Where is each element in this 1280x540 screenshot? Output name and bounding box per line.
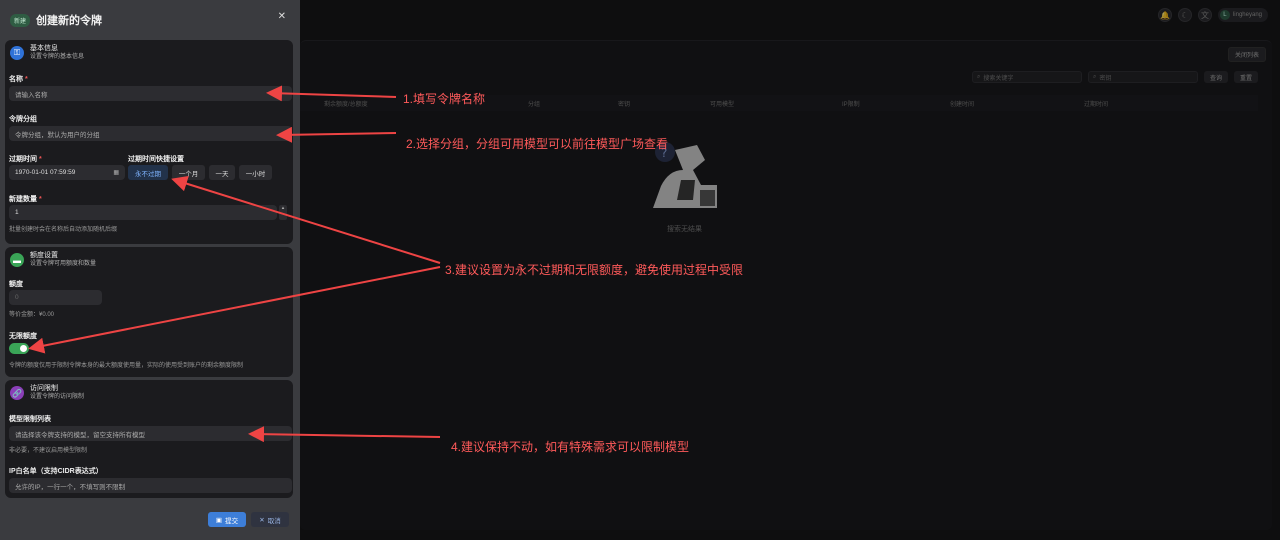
group-select[interactable]: 令牌分组，默认为用户的分组 ⌄ xyxy=(9,126,292,141)
expire-datetime-input[interactable]: 1970-01-01 07:59:59 ▦ xyxy=(9,165,125,180)
quick-hour[interactable]: 一小时 xyxy=(239,165,272,180)
quota-label: 额度 xyxy=(9,281,23,288)
expire-value: 1970-01-01 07:59:59 xyxy=(15,169,76,176)
models-hint: 非必要，不建议启用模型限制 xyxy=(9,448,88,454)
save-icon: ▣ xyxy=(215,516,223,524)
quick-day[interactable]: 一天 xyxy=(209,165,235,180)
basic-info-card: ⚿ 基本信息 设置令牌的基本信息 名称 * 请输入名称 令牌分组 令牌分组，默认… xyxy=(5,40,293,244)
access-subtitle: 设置令牌的访问限制 xyxy=(30,394,85,400)
count-stepper[interactable]: ▴ xyxy=(279,205,287,220)
count-input[interactable]: 1 xyxy=(9,205,277,220)
create-token-drawer: 新建 创建新的令牌 ✕ ⚿ 基本信息 设置令牌的基本信息 名称 * 请输入名称 … xyxy=(0,0,300,540)
chevron-down-icon: ⌄ xyxy=(280,131,286,137)
close-icon: ✕ xyxy=(259,516,265,524)
count-hint: 批量创建时会在名称后自动添加随机后缀 xyxy=(9,227,118,233)
basic-info-title: 基本信息 xyxy=(30,45,58,52)
name-input[interactable]: 请输入名称 xyxy=(9,86,292,101)
annotation-2: 2.选择分组，分组可用模型可以前往模型广场查看 xyxy=(406,137,669,151)
close-icon[interactable]: ✕ xyxy=(278,11,286,22)
quick-expire-label: 过期时间快捷设置 xyxy=(128,156,184,163)
name-label: 名称 * xyxy=(9,76,28,83)
basic-info-subtitle: 设置令牌的基本信息 xyxy=(30,54,85,60)
new-tag: 新建 xyxy=(10,13,31,27)
cancel-label: 取消 xyxy=(267,517,281,525)
submit-label: 提交 xyxy=(225,517,239,525)
key-icon: ⚿ xyxy=(10,46,24,60)
calendar-icon: ▦ xyxy=(113,170,119,176)
quota-input[interactable]: 0 xyxy=(9,290,102,305)
models-label: 模型限制列表 xyxy=(9,416,51,423)
access-card: 🔗 访问限制 设置令牌的访问限制 模型限制列表 请选择该令牌支持的模型，留空支持… xyxy=(5,380,293,498)
annotation-1: 1.填写令牌名称 xyxy=(403,92,486,106)
group-label: 令牌分组 xyxy=(9,116,37,123)
quota-subtitle: 设置令牌可用额度和数量 xyxy=(30,261,97,267)
models-select[interactable]: 请选择该令牌支持的模型，留空支持所有模型 xyxy=(9,426,292,441)
drawer-header: 新建 创建新的令牌 xyxy=(10,12,102,28)
ip-textarea[interactable]: 允许的IP，一行一个，不填写则不限制 xyxy=(9,478,292,493)
ip-label: IP白名单（支持CIDR表达式） xyxy=(9,468,103,475)
annotation-4: 4.建议保持不动，如有特殊需求可以限制模型 xyxy=(451,440,690,454)
quota-equiv: 等价金额：¥0.00 xyxy=(9,312,55,318)
basic-info-header: ⚿ 基本信息 设置令牌的基本信息 xyxy=(10,45,84,61)
unlimited-toggle[interactable] xyxy=(9,343,29,354)
quota-title: 额度设置 xyxy=(30,252,58,259)
submit-button[interactable]: ▣ 提交 xyxy=(208,512,246,527)
annotation-3: 3.建议设置为永不过期和无限额度，避免使用过程中受限 xyxy=(445,263,744,277)
drawer-title: 创建新的令牌 xyxy=(36,15,103,27)
quick-month[interactable]: 一个月 xyxy=(172,165,205,180)
unlimited-label: 无限额度 xyxy=(9,333,37,340)
unlimited-hint: 令牌的额度仅用于限制令牌本身的最大额度使用量，实际的使用受到账户的剩余额度限制 xyxy=(9,363,244,369)
wallet-icon: ▬ xyxy=(10,253,24,267)
quota-card: ▬ 额度设置 设置令牌可用额度和数量 额度 0 等价金额：¥0.00 无限额度 … xyxy=(5,247,293,377)
access-header: 🔗 访问限制 设置令牌的访问限制 xyxy=(10,385,84,401)
quota-header: ▬ 额度设置 设置令牌可用额度和数量 xyxy=(10,252,96,268)
count-label: 新建数量 * xyxy=(9,196,42,203)
expire-label: 过期时间 * xyxy=(9,156,42,163)
access-title: 访问限制 xyxy=(30,385,58,392)
group-placeholder: 令牌分组，默认为用户的分组 xyxy=(15,131,100,139)
link-icon: 🔗 xyxy=(10,386,24,400)
cancel-button[interactable]: ✕ 取消 xyxy=(251,512,289,527)
quick-never[interactable]: 永不过期 xyxy=(128,165,168,180)
